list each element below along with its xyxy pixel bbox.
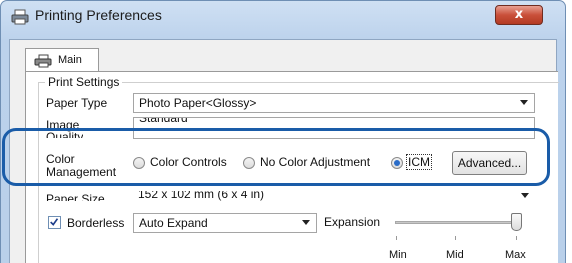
window-title: Printing Preferences <box>35 7 162 23</box>
slider-label-min: Min <box>389 249 407 261</box>
borderless-checkbox[interactable] <box>48 216 61 229</box>
close-icon: x <box>514 7 524 22</box>
paper-size-value: 152 x 102 mm (6 x 4 in) <box>138 191 265 201</box>
slider-tick-max <box>516 236 517 240</box>
expansion-slider-track <box>395 221 517 224</box>
tab-main-label: Main <box>58 54 82 66</box>
paper-type-select[interactable]: Photo Paper<Glossy> <box>133 93 535 113</box>
paper-size-label: Paper Size <box>46 193 105 201</box>
expansion-slider-thumb[interactable] <box>511 213 522 231</box>
chevron-down-icon <box>520 100 528 105</box>
printer-icon <box>34 54 52 68</box>
slider-tick-mid <box>455 236 456 240</box>
slider-label-max: Max <box>505 249 526 261</box>
borderless-mode-select[interactable]: Auto Expand <box>133 213 317 233</box>
paper-type-value: Photo Paper<Glossy> <box>139 96 257 110</box>
print-settings-group-title: Print Settings <box>45 75 123 89</box>
checkmark-icon <box>50 218 59 226</box>
paper-size-select[interactable]: 152 x 102 mm (6 x 4 in) <box>133 191 535 205</box>
printer-icon <box>11 9 29 25</box>
chevron-down-icon <box>302 220 310 225</box>
image-quality-value: Standard <box>139 117 188 125</box>
close-button[interactable]: x <box>495 5 543 25</box>
slider-tick-min <box>396 236 397 240</box>
color-management-highlight <box>2 128 550 186</box>
borderless-mode-value: Auto Expand <box>139 216 208 230</box>
tab-main[interactable]: Main <box>25 48 99 72</box>
chevron-down-icon <box>521 193 529 198</box>
paper-type-label: Paper Type <box>46 96 108 110</box>
title-bar[interactable]: Printing Preferences x <box>1 1 565 31</box>
slider-label-mid: Mid <box>446 249 464 261</box>
expansion-slider[interactable] <box>395 211 531 235</box>
borderless-label[interactable]: Borderless <box>67 217 124 230</box>
expansion-label: Expansion <box>324 215 381 229</box>
